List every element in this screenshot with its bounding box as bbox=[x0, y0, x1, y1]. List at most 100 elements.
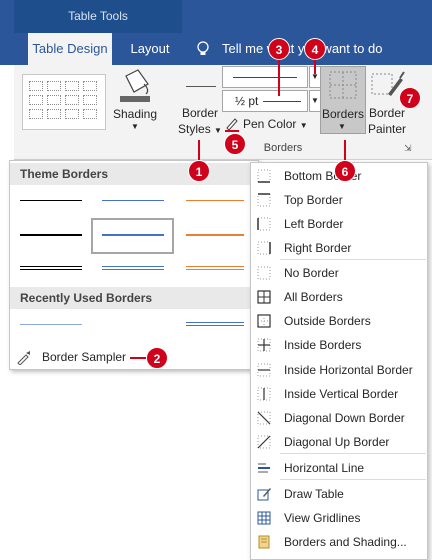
menu-item-horizontal-line[interactable]: Horizontal Line bbox=[251, 456, 427, 480]
callout-3-connector bbox=[278, 60, 280, 96]
border-style-thin-black[interactable] bbox=[20, 200, 82, 201]
gallery-cell bbox=[29, 95, 43, 105]
chevron-down-icon: ▼ bbox=[131, 122, 139, 131]
border-style-double-black[interactable] bbox=[20, 266, 82, 270]
menu-item-all-borders[interactable]: All Borders bbox=[251, 285, 427, 309]
eyedropper-icon bbox=[17, 351, 30, 365]
border-style-double-orange[interactable] bbox=[186, 266, 244, 270]
inside-horizontal-border-icon bbox=[257, 363, 271, 377]
menu-item-diagonal-up-border[interactable]: Diagonal Up Border bbox=[251, 430, 427, 454]
outside-borders-icon bbox=[257, 314, 271, 328]
selected-style-frame bbox=[91, 218, 174, 254]
no-border-icon bbox=[257, 266, 271, 280]
top-border-icon bbox=[257, 193, 271, 207]
chevron-down-icon[interactable]: ▼ bbox=[338, 122, 346, 131]
lightbulb-icon bbox=[197, 41, 209, 55]
menu-item-top-border[interactable]: Top Border bbox=[251, 188, 427, 212]
chevron-down-icon: ▼ bbox=[214, 126, 222, 135]
left-border-icon bbox=[257, 217, 271, 231]
callout-4-connector bbox=[314, 60, 316, 74]
callout-2: 2 bbox=[146, 347, 168, 369]
gallery-cell bbox=[65, 95, 79, 105]
menu-item-inside-vertical-border[interactable]: Inside Vertical Border bbox=[251, 382, 427, 406]
right-border-icon bbox=[257, 241, 271, 255]
border-sampler-button[interactable]: Border Sampler bbox=[42, 350, 126, 364]
gallery-cell bbox=[47, 81, 61, 91]
dialog-launcher-icon[interactable]: ⇲ bbox=[404, 143, 412, 154]
line-style-select[interactable] bbox=[222, 66, 308, 88]
border-styles-gallery bbox=[9, 160, 259, 370]
border-styles-button[interactable]: Border Styles ▼ bbox=[176, 105, 224, 139]
menu-item-no-border[interactable]: No Border bbox=[251, 261, 427, 285]
recently-used-borders-header: Recently Used Borders bbox=[10, 287, 250, 309]
paint-bucket-icon bbox=[120, 69, 150, 102]
table-style-gallery[interactable] bbox=[22, 74, 106, 130]
diagonal-up-border-icon bbox=[257, 435, 271, 449]
menu-separator bbox=[280, 259, 426, 260]
menu-item-inside-borders[interactable]: Inside Borders bbox=[251, 333, 427, 357]
table-tools-label: Table Tools bbox=[68, 9, 128, 23]
borders-group-label: Borders bbox=[263, 142, 303, 154]
menu-item-inside-horizontal-border[interactable]: Inside Horizontal Border bbox=[251, 358, 427, 382]
gallery-cell bbox=[65, 81, 79, 91]
borders-label: Borders bbox=[321, 107, 365, 121]
border-style-thin-orange[interactable] bbox=[186, 200, 244, 201]
tell-me-search[interactable]: Tell me what you want to do bbox=[222, 41, 382, 56]
gallery-cell bbox=[83, 81, 97, 91]
border-style-thick-blue[interactable] bbox=[102, 234, 164, 236]
border-painter-label: Border Painter bbox=[367, 106, 407, 136]
gallery-cell bbox=[65, 109, 79, 119]
menu-item-diagonal-down-border[interactable]: Diagonal Down Border bbox=[251, 406, 427, 430]
ribbon-edge bbox=[0, 65, 14, 160]
pen-color-button[interactable]: Pen Color ▼ bbox=[243, 117, 308, 131]
recent-border-light-blue[interactable] bbox=[20, 324, 82, 325]
pen-icon[interactable] bbox=[224, 116, 240, 132]
inside-vertical-border-icon bbox=[257, 387, 271, 401]
menu-separator bbox=[280, 453, 426, 454]
shading-label: Shading bbox=[112, 107, 158, 121]
gallery-cell bbox=[29, 109, 43, 119]
all-borders-icon bbox=[257, 290, 271, 304]
menu-item-right-border[interactable]: Right Border bbox=[251, 236, 427, 260]
callout-1-connector bbox=[198, 140, 200, 162]
gallery-cell bbox=[47, 95, 61, 105]
line-weight-value: ½ pt bbox=[235, 94, 259, 108]
callout-5: 5 bbox=[224, 133, 246, 155]
border-style-thin-blue[interactable] bbox=[102, 200, 164, 201]
border-styles-preview[interactable] bbox=[186, 86, 216, 87]
border-style-thick-black[interactable] bbox=[20, 234, 82, 236]
callout-6: 6 bbox=[334, 160, 356, 182]
borders-and-shading-icon bbox=[258, 535, 270, 549]
chevron-down-icon: ▼ bbox=[299, 121, 308, 130]
menu-item-left-border[interactable]: Left Border bbox=[251, 212, 427, 236]
callout-7: 7 bbox=[399, 87, 421, 109]
draw-table-icon bbox=[257, 488, 271, 501]
gallery-cell bbox=[83, 95, 97, 105]
recent-border-double-blue[interactable] bbox=[186, 322, 244, 326]
line-weight-select[interactable]: ½ pt bbox=[222, 90, 308, 112]
tab-layout[interactable]: Layout bbox=[122, 33, 178, 65]
menu-separator bbox=[280, 479, 426, 480]
menu-item-borders-and-shading[interactable]: Borders and Shading... bbox=[251, 530, 427, 554]
view-gridlines-icon bbox=[257, 511, 271, 525]
menu-item-outside-borders[interactable]: Outside Borders bbox=[251, 309, 427, 333]
bottom-border-icon bbox=[257, 169, 271, 183]
horizontal-line-icon bbox=[258, 463, 270, 473]
gallery-cell bbox=[47, 109, 61, 119]
diagonal-down-border-icon bbox=[257, 411, 271, 425]
gallery-cell bbox=[83, 109, 97, 119]
gallery-cell bbox=[29, 81, 43, 91]
border-styles-label-1: Border bbox=[181, 106, 219, 120]
theme-borders-header: Theme Borders bbox=[10, 163, 250, 185]
menu-item-draw-table[interactable]: Draw Table bbox=[251, 482, 427, 506]
callout-3: 3 bbox=[268, 38, 290, 60]
menu-item-view-gridlines[interactable]: View Gridlines bbox=[251, 506, 427, 530]
borders-icon bbox=[329, 71, 357, 99]
callout-4: 4 bbox=[304, 38, 326, 60]
inside-borders-icon bbox=[257, 338, 271, 352]
callout-1: 1 bbox=[188, 160, 210, 182]
border-style-thick-orange[interactable] bbox=[186, 234, 244, 236]
border-style-double-blue[interactable] bbox=[102, 266, 164, 270]
border-styles-label-2: Styles ▼ bbox=[178, 122, 222, 136]
tab-table-design[interactable]: Table Design bbox=[28, 33, 112, 65]
